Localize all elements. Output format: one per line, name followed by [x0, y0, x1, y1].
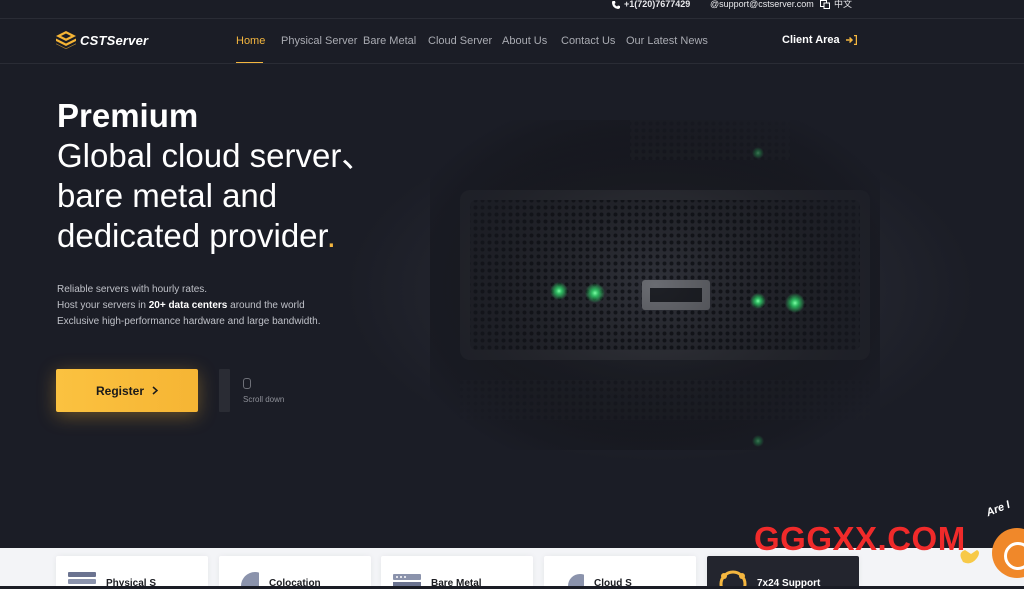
- nav-home[interactable]: Home: [236, 35, 265, 47]
- scroll-down-link[interactable]: Scroll down: [243, 395, 284, 404]
- brand-logo[interactable]: CSTServer: [56, 31, 148, 49]
- desc-line-2-highlight: 20+ data centers: [148, 300, 228, 311]
- language-label: 中文: [834, 0, 853, 9]
- nav-bare-metal[interactable]: Bare Metal: [363, 35, 416, 47]
- card-label: Colocation: [269, 578, 321, 589]
- card-bare-metal[interactable]: Bare Metal: [381, 556, 533, 589]
- cloud-icon: [568, 574, 584, 586]
- hero-title-line-3: dedicated provider.: [57, 216, 374, 256]
- main-navbar: CSTServer Home Physical Server Bare Meta…: [0, 19, 1024, 64]
- hero-title-line-3-text: dedicated provider: [57, 217, 327, 254]
- card-label: Cloud S: [594, 578, 632, 589]
- hero-title-line-1: Global cloud server、: [57, 137, 375, 174]
- nav-contact-us[interactable]: Contact Us: [561, 35, 615, 47]
- desc-line-2-pre: Host your servers in: [57, 300, 149, 311]
- hero-title-bold: Premium: [57, 97, 199, 134]
- language-icon: [820, 0, 830, 9]
- card-support[interactable]: 7x24 Support: [707, 556, 859, 589]
- nav-physical-server[interactable]: Physical Server: [281, 35, 357, 47]
- chat-icon: [1004, 542, 1024, 570]
- mouse-icon: [243, 378, 251, 389]
- hero-title-line-2: bare metal and: [57, 177, 278, 214]
- rack-icon: [393, 574, 421, 586]
- client-area-label: Client Area: [782, 34, 840, 46]
- globe-icon: [241, 572, 259, 586]
- nav-cloud-server[interactable]: Cloud Server: [428, 35, 492, 47]
- phone-icon: [612, 0, 620, 9]
- hero-title-dot: .: [326, 217, 336, 254]
- phone-contact[interactable]: +1(720)7677429: [612, 0, 690, 9]
- card-cloud-server[interactable]: Cloud S: [544, 556, 696, 589]
- hero-description: Reliable servers with hourly rates. Host…: [57, 282, 320, 330]
- server-rack-image: [430, 120, 880, 450]
- email-contact[interactable]: @support@cstserver.com: [710, 0, 814, 9]
- top-utility-bar: +1(720)7677429 @support@cstserver.com 中文: [0, 0, 1024, 19]
- server-stack-icon: [68, 572, 96, 584]
- register-button[interactable]: Register: [56, 369, 198, 412]
- scroll-indicator-bar: [219, 369, 230, 412]
- watermark-text: GGGXX.COM: [754, 520, 966, 557]
- hero-background: [0, 0, 1024, 548]
- language-switch[interactable]: 中文: [820, 0, 852, 9]
- email-address: @support@cstserver.com: [710, 0, 814, 9]
- chevron-right-icon: [152, 386, 159, 395]
- register-label: Register: [95, 383, 145, 398]
- desc-line-2: Host your servers in 20+ data centers ar…: [57, 298, 320, 314]
- nav-about-us[interactable]: About Us: [502, 35, 547, 47]
- desc-line-2-post: around the world: [227, 300, 305, 311]
- nav-latest-news[interactable]: Our Latest News: [626, 35, 708, 47]
- card-label: Bare Metal: [431, 578, 482, 589]
- phone-number: +1(720)7677429: [624, 0, 691, 9]
- card-physical-server[interactable]: Physical S: [56, 556, 208, 589]
- waving-hand-icon: [960, 550, 979, 564]
- card-label: Physical S: [106, 578, 157, 589]
- login-arrow-icon: [845, 35, 857, 45]
- nav-active-indicator: [236, 62, 263, 63]
- card-label: 7x24 Support: [757, 578, 821, 589]
- client-area-link[interactable]: Client Area: [782, 34, 857, 46]
- headset-icon: [719, 570, 747, 586]
- logo-icon: [56, 31, 76, 49]
- desc-line-3: Exclusive high-performance hardware and …: [57, 316, 321, 327]
- hero-headline: Premium Global cloud server、 bare metal …: [57, 96, 374, 256]
- desc-line-1: Reliable servers with hourly rates.: [57, 284, 208, 295]
- brand-name: CSTServer: [80, 32, 149, 48]
- card-colocation[interactable]: Colocation: [219, 556, 371, 589]
